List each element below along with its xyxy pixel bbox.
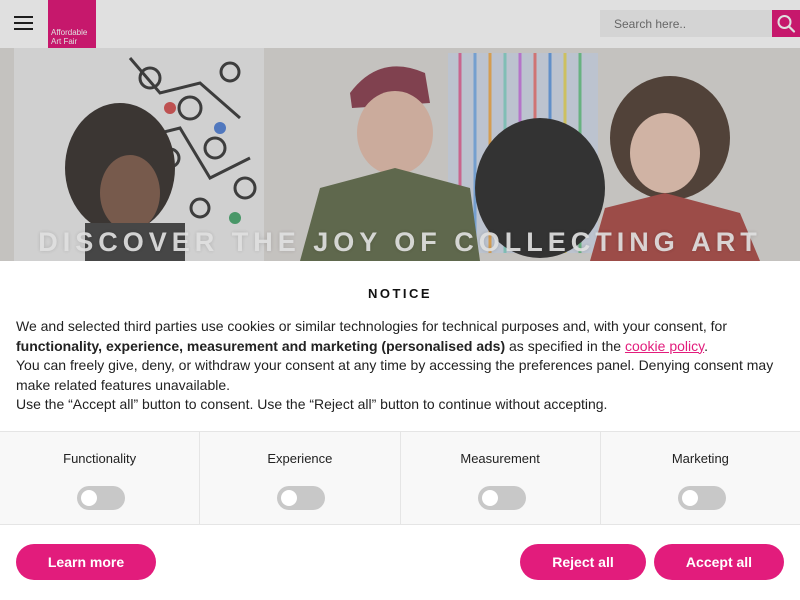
notice-paragraph-1: We and selected third parties use cookie… bbox=[16, 317, 786, 356]
search-input[interactable] bbox=[600, 10, 772, 37]
measurement-toggle[interactable] bbox=[477, 486, 526, 510]
notice-p1-b: as specified in the bbox=[505, 337, 625, 354]
site-header: Affordable Art Fair bbox=[0, 0, 800, 48]
pref-label: Measurement bbox=[460, 451, 540, 466]
pref-functionality: Functionality bbox=[0, 432, 201, 524]
pref-experience: Experience bbox=[200, 432, 401, 524]
search-button[interactable] bbox=[772, 10, 800, 37]
cookie-policy-link[interactable]: cookie policy bbox=[625, 338, 704, 354]
cookie-consent-modal: NOTICE We and selected third parties use… bbox=[0, 261, 800, 600]
accept-all-button[interactable]: Accept all bbox=[654, 544, 784, 580]
menu-icon[interactable] bbox=[14, 16, 33, 30]
notice-paragraph-2: You can freely give, deny, or withdraw y… bbox=[16, 357, 774, 393]
reject-all-button[interactable]: Reject all bbox=[520, 544, 646, 580]
preferences-panel: Functionality Experience Measurement Mar… bbox=[0, 431, 800, 525]
logo-line-1: Affordable bbox=[51, 28, 88, 37]
pref-marketing: Marketing bbox=[601, 432, 800, 524]
notice-text: We and selected third parties use cookie… bbox=[16, 317, 786, 415]
learn-more-button[interactable]: Learn more bbox=[16, 544, 156, 580]
logo-line-2: Art Fair bbox=[51, 37, 78, 46]
pref-label: Experience bbox=[267, 451, 333, 466]
notice-p1-a: We and selected third parties use cookie… bbox=[16, 318, 727, 334]
hero-title: DISCOVER THE JOY OF COLLECTING ART bbox=[38, 227, 762, 257]
hero-banner: DISCOVER THE JOY OF COLLECTING ART bbox=[0, 48, 800, 261]
experience-toggle[interactable] bbox=[277, 486, 326, 510]
pref-measurement: Measurement bbox=[401, 432, 601, 524]
notice-p1-bold: functionality, experience, measurement a… bbox=[16, 337, 506, 354]
notice-paragraph-3: Use the “Accept all” button to consent. … bbox=[16, 396, 608, 412]
pref-label: Marketing bbox=[671, 451, 729, 466]
notice-p1-c: . bbox=[704, 337, 708, 354]
functionality-toggle[interactable] bbox=[77, 486, 125, 510]
logo[interactable]: Affordable Art Fair bbox=[48, 0, 96, 48]
search-icon bbox=[777, 15, 796, 33]
marketing-toggle[interactable] bbox=[677, 486, 726, 510]
pref-label: Functionality bbox=[63, 451, 137, 466]
notice-title: NOTICE bbox=[367, 286, 433, 301]
